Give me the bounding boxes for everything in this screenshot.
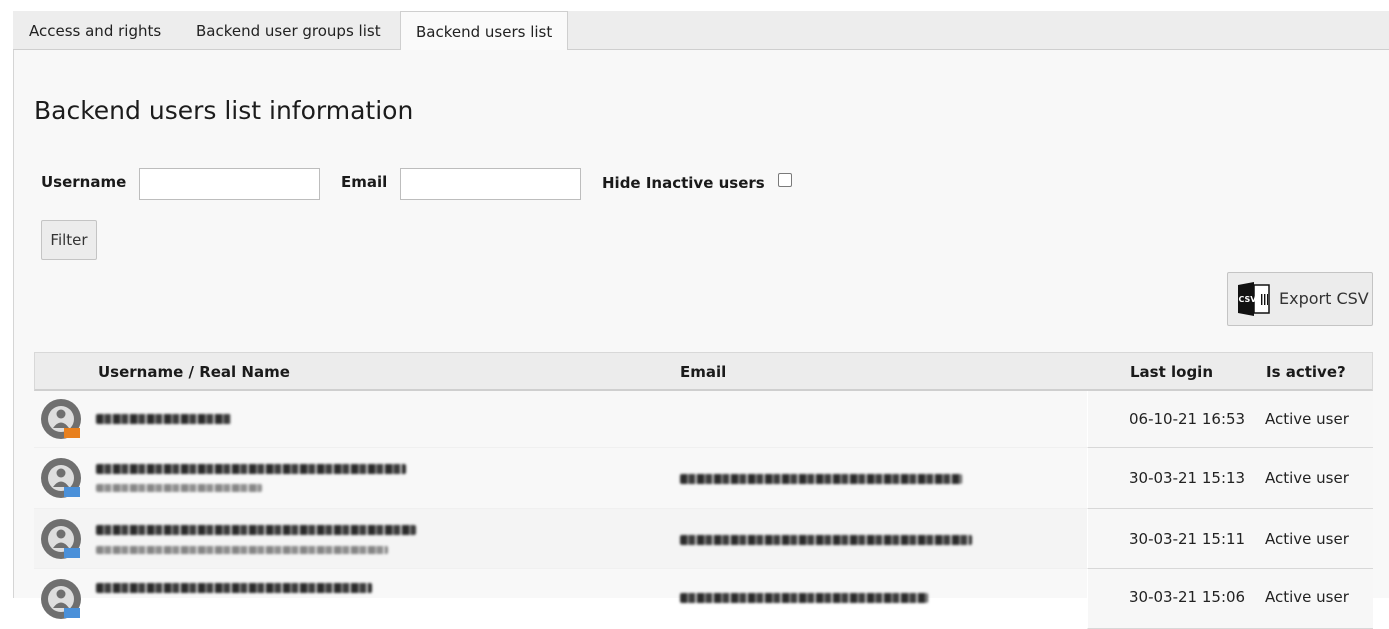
username-redacted (96, 525, 416, 535)
last-login-value: 30-03-21 15:11 (1129, 530, 1246, 548)
realname-redacted (96, 484, 262, 492)
status-value: Active user (1265, 530, 1349, 548)
hide-inactive-checkbox[interactable] (778, 173, 792, 187)
column-header-is-active[interactable]: Is active? (1266, 363, 1346, 381)
status-value: Active user (1265, 469, 1349, 487)
export-csv-button[interactable]: CSV Export CSV (1227, 272, 1373, 326)
email-redacted (680, 474, 962, 484)
table-row[interactable]: 30-03-21 15:06 Active user (34, 569, 1373, 629)
hide-inactive-label: Hide Inactive users (602, 174, 765, 192)
email-input[interactable] (400, 168, 581, 200)
email-redacted (680, 593, 928, 603)
column-header-last-login[interactable]: Last login (1130, 363, 1213, 381)
tab-access-and-rights[interactable]: Access and rights (14, 11, 176, 50)
realname-redacted (96, 546, 388, 554)
filter-button[interactable]: Filter (41, 220, 97, 260)
username-input[interactable] (139, 168, 320, 200)
user-avatar-icon (41, 579, 81, 619)
module-tab-bar: Access and rights Backend user groups li… (13, 11, 1389, 51)
table-row[interactable]: 30-03-21 15:13 Active user (34, 448, 1373, 509)
last-login-value: 30-03-21 15:06 (1129, 588, 1246, 606)
svg-text:CSV: CSV (1239, 295, 1258, 304)
user-avatar-icon (41, 519, 81, 559)
table-header: Username / Real Name Email Last login Is… (34, 352, 1373, 391)
status-value: Active user (1265, 588, 1349, 606)
last-login-value: 30-03-21 15:13 (1129, 469, 1246, 487)
table-row[interactable]: 30-03-21 15:11 Active user (34, 509, 1373, 569)
tab-content-panel: Backend users list information Username … (13, 50, 1389, 629)
users-table: Username / Real Name Email Last login Is… (34, 352, 1373, 629)
tab-backend-user-groups-list[interactable]: Backend user groups list (181, 11, 396, 50)
tab-backend-users-list[interactable]: Backend users list (400, 11, 569, 51)
username-redacted (96, 583, 372, 593)
admin-user-avatar-icon (41, 399, 81, 439)
column-header-email[interactable]: Email (680, 363, 726, 381)
status-value: Active user (1265, 410, 1349, 428)
username-redacted (96, 414, 231, 424)
column-header-username[interactable]: Username / Real Name (98, 363, 290, 381)
last-login-value: 06-10-21 16:53 (1129, 410, 1246, 428)
table-row[interactable]: 06-10-21 16:53 Active user (34, 391, 1373, 448)
page-title: Backend users list information (34, 96, 414, 125)
user-avatar-icon (41, 458, 81, 498)
email-label: Email (341, 173, 388, 191)
email-redacted (680, 535, 972, 545)
username-redacted (96, 464, 406, 474)
export-csv-label: Export CSV (1279, 289, 1369, 308)
username-label: Username (41, 173, 127, 191)
csv-file-icon: CSV (1238, 282, 1270, 316)
